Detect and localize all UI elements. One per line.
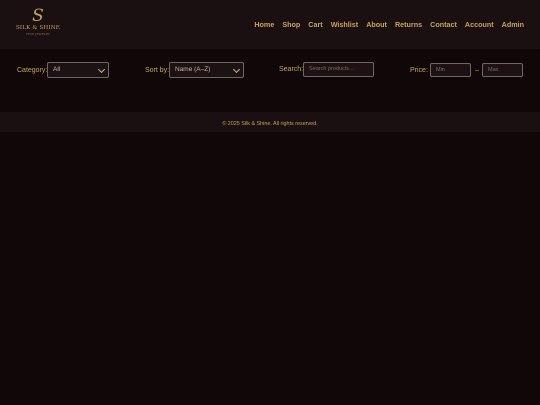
search-placeholder: Search products... xyxy=(309,66,354,72)
nav-cart[interactable]: Cart xyxy=(308,20,322,30)
logo-tagline: FINE JEWELRY xyxy=(26,32,50,36)
price-max-input[interactable]: Max xyxy=(482,63,523,77)
nav-about[interactable]: About xyxy=(366,20,387,30)
nav-contact[interactable]: Contact xyxy=(430,20,457,30)
sort-label: Sort by: xyxy=(145,67,170,74)
sort-select[interactable]: Name (A–Z) xyxy=(169,62,244,78)
category-select-value: All xyxy=(53,66,61,73)
price-separator: – xyxy=(475,67,479,74)
brand-logo[interactable]: S SILK & SHINE FINE JEWELRY xyxy=(16,6,60,41)
sort-select-value: Name (A–Z) xyxy=(175,66,211,73)
nav-admin[interactable]: Admin xyxy=(502,20,524,30)
filter-bar: Category: All Sort by: Name (A–Z) Search… xyxy=(0,60,540,82)
footer-copyright: © 2025 Silk & Shine. All rights reserved… xyxy=(222,121,318,127)
price-label: Price: xyxy=(410,67,428,74)
page: S SILK & SHINE FINE JEWELRY Home Shop Ca… xyxy=(0,0,540,405)
chevron-down-icon xyxy=(232,65,241,74)
nav-home[interactable]: Home xyxy=(254,20,274,30)
nav-shop[interactable]: Shop xyxy=(282,20,300,30)
price-min-input[interactable]: Min xyxy=(430,63,471,77)
main-nav: Home Shop Cart Wishlist About Returns Co… xyxy=(246,20,524,30)
chevron-down-icon xyxy=(97,65,106,74)
category-label: Category: xyxy=(17,67,48,74)
search-input[interactable]: Search products... xyxy=(303,62,374,77)
logo-name: SILK & SHINE xyxy=(15,25,61,31)
price-max-placeholder: Max xyxy=(488,67,499,73)
nav-returns[interactable]: Returns xyxy=(395,20,422,30)
logo-mark: S xyxy=(32,6,44,26)
search-label: Search: xyxy=(279,66,304,73)
nav-account[interactable]: Account xyxy=(465,20,494,30)
site-header: S SILK & SHINE FINE JEWELRY Home Shop Ca… xyxy=(0,0,540,49)
price-min-placeholder: Min xyxy=(436,67,445,73)
nav-wishlist[interactable]: Wishlist xyxy=(331,20,359,30)
site-footer: © 2025 Silk & Shine. All rights reserved… xyxy=(0,112,540,132)
category-select[interactable]: All xyxy=(47,62,109,78)
